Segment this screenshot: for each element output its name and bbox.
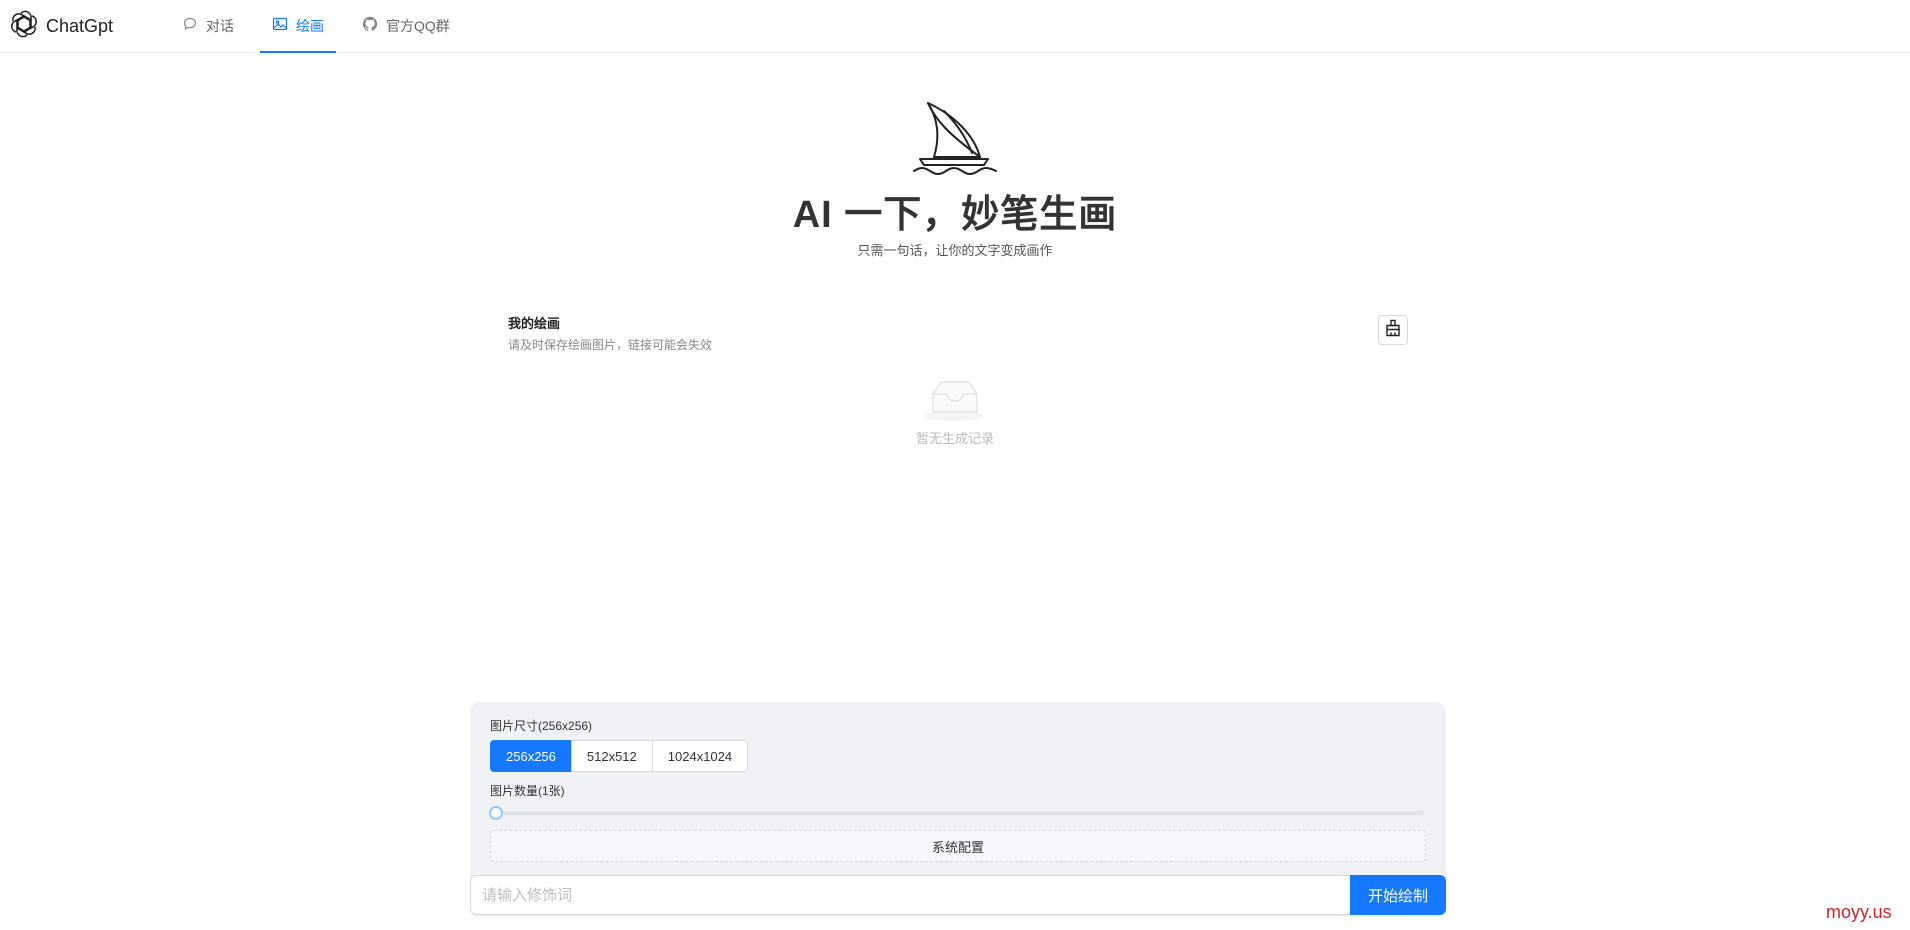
watermark: moyy.us: [1826, 902, 1892, 922]
sailboat-icon: [0, 95, 1910, 175]
system-config-button[interactable]: 系统配置: [490, 830, 1426, 862]
size-option-1024[interactable]: 1024x1024: [651, 740, 749, 772]
empty-state-text: 暂无生成记录: [915, 431, 994, 446]
github-icon: [362, 16, 386, 35]
clear-history-button[interactable]: [1378, 315, 1408, 345]
nav-tab-chat[interactable]: 对话: [170, 0, 246, 53]
nav-tab-chat-label: 对话: [206, 17, 234, 34]
nav-tab-qq-group-label: 官方QQ群: [386, 17, 450, 34]
size-option-256[interactable]: 256x256: [490, 740, 572, 772]
top-header: ChatGpt 对话 绘画 官方QQ群: [0, 0, 1910, 53]
app-logo[interactable]: ChatGpt: [10, 10, 114, 43]
image-count-slider-track[interactable]: [490, 811, 1424, 815]
my-drawings-title: 我的绘画: [508, 316, 561, 331]
nav-tab-qq-group[interactable]: 官方QQ群: [350, 0, 462, 53]
image-size-label: 图片尺寸(256x256): [490, 719, 593, 733]
nav-tab-draw[interactable]: 绘画: [260, 0, 336, 53]
empty-inbox-icon: [0, 378, 1910, 422]
broom-icon: [1384, 319, 1402, 342]
image-count-slider-handle[interactable]: [489, 806, 503, 820]
app-name: ChatGpt: [46, 15, 114, 36]
hero-title: AI 一下，妙笔生画: [792, 194, 1118, 236]
prompt-input[interactable]: [470, 875, 1350, 915]
openai-logo-icon: [10, 10, 38, 43]
hero-section: AI 一下，妙笔生画 只需一句话，让你的文字变成画作: [0, 95, 1910, 259]
hero-subtitle: 只需一句话，让你的文字变成画作: [857, 243, 1053, 258]
chat-bubble-icon: [182, 16, 206, 35]
image-size-selector: 256x256 512x512 1024x1024: [490, 740, 749, 772]
image-icon: [272, 16, 296, 35]
my-drawings-subtitle: 请及时保存绘画图片，链接可能会失效: [508, 338, 713, 352]
empty-state: 暂无生成记录: [0, 378, 1910, 447]
prompt-row: 开始绘制: [470, 875, 1446, 915]
start-drawing-button[interactable]: 开始绘制: [1350, 875, 1446, 915]
settings-panel: 图片尺寸(256x256) 256x256 512x512 1024x1024 …: [470, 702, 1446, 917]
size-option-512[interactable]: 512x512: [570, 740, 653, 772]
main-nav: 对话 绘画 官方QQ群: [170, 0, 476, 53]
my-drawings-header: 我的绘画 请及时保存绘画图片，链接可能会失效: [508, 313, 1408, 353]
nav-tab-draw-label: 绘画: [296, 17, 324, 34]
image-count-label: 图片数量(1张): [490, 784, 565, 798]
